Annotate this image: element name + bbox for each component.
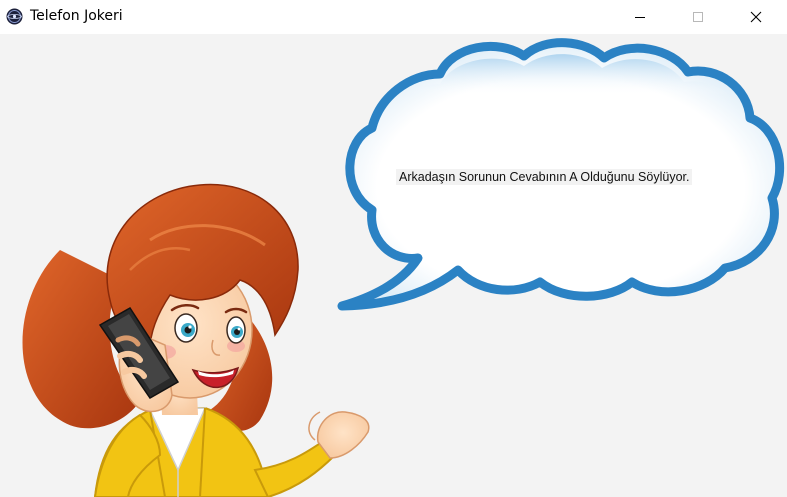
woman-on-phone bbox=[22, 183, 370, 497]
phone-joker-message: Arkadaşın Sorunun Cevabının A Olduğunu S… bbox=[396, 169, 693, 185]
millionaire-logo-icon bbox=[6, 8, 23, 25]
close-icon bbox=[750, 11, 762, 23]
maximize-icon bbox=[693, 12, 703, 22]
maximize-button[interactable] bbox=[675, 0, 721, 34]
illustration bbox=[22, 38, 785, 497]
title-bar: Telefon Jokeri bbox=[0, 0, 787, 34]
minimize-icon bbox=[635, 17, 645, 18]
minimize-button[interactable] bbox=[617, 0, 663, 34]
close-button[interactable] bbox=[733, 0, 779, 34]
window-title: Telefon Jokeri bbox=[30, 8, 123, 24]
client-area: Arkadaşın Sorunun Cevabının A Olduğunu S… bbox=[0, 34, 787, 497]
